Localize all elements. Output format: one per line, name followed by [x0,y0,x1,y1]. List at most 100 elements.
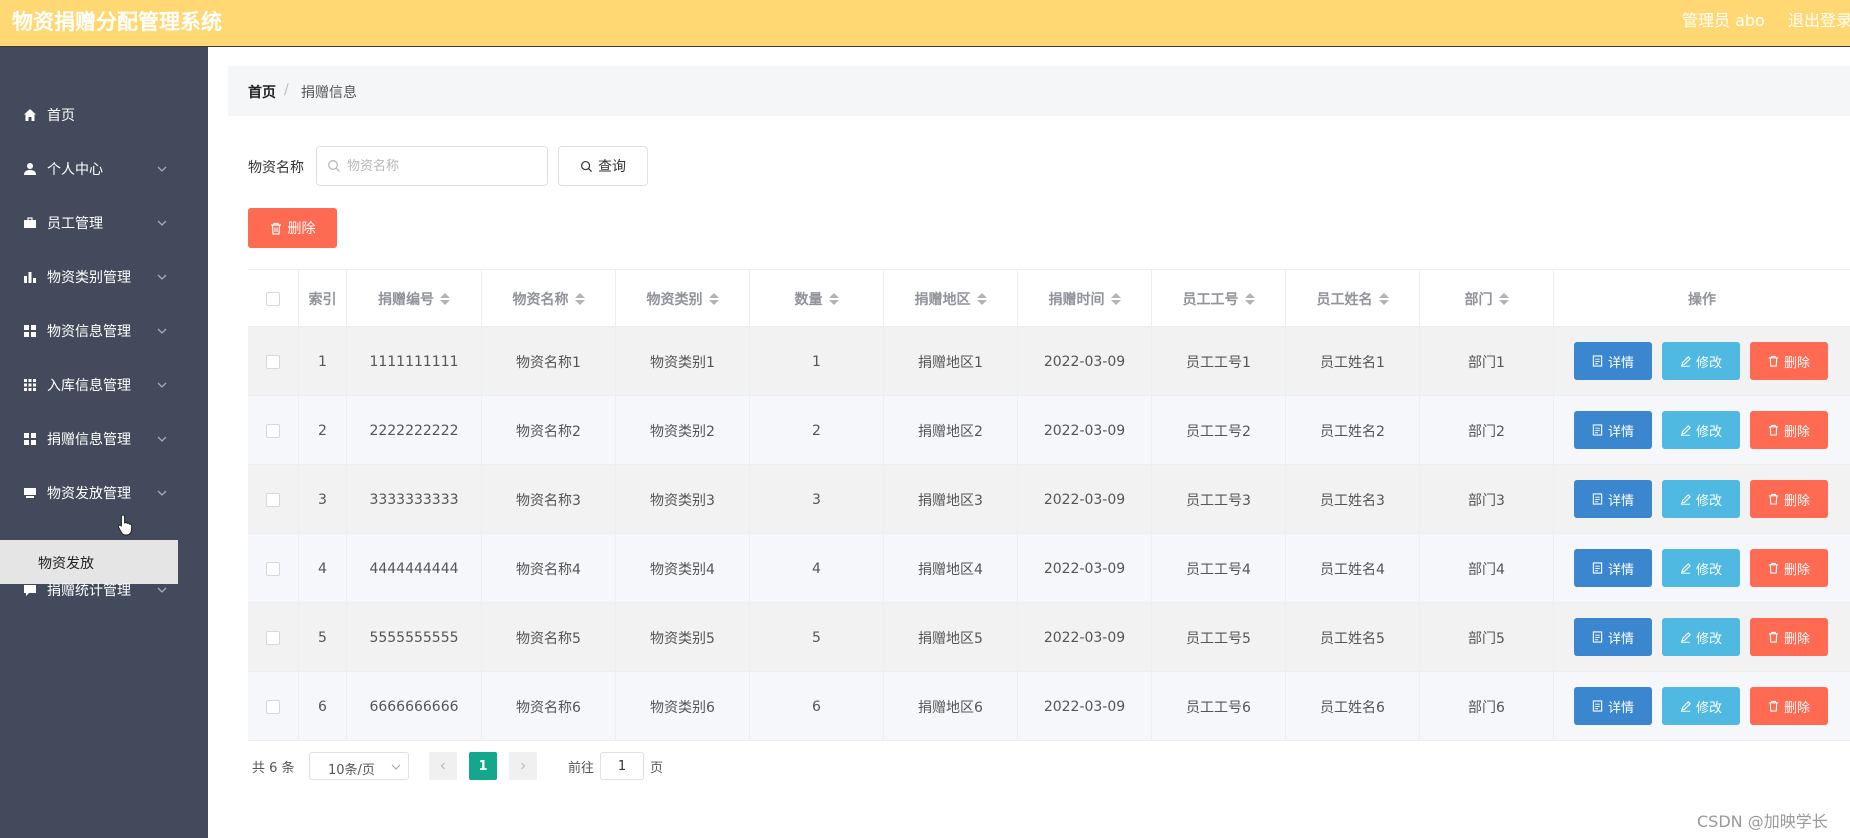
edit-button[interactable]: 修改 [1662,549,1740,587]
cell-select[interactable] [248,465,299,534]
cell-select[interactable] [248,603,299,672]
header-employee-no[interactable]: 员工工号 [1152,270,1286,327]
chevron-down-icon [391,764,401,770]
document-icon [1592,562,1603,574]
goto-page-input[interactable] [600,752,644,780]
header-region[interactable]: 捐赠地区 [884,270,1018,327]
cell-donation-no: 4444444444 [347,534,482,603]
edit-icon [1680,632,1691,643]
sort-icon[interactable] [440,292,450,305]
edit-icon [1680,563,1691,574]
header-select-all[interactable] [248,270,299,327]
edit-button[interactable]: 修改 [1662,618,1740,656]
sort-icon[interactable] [1244,292,1255,305]
sort-icon[interactable] [1378,292,1389,305]
sidebar-item-donation-management[interactable]: 捐赠信息管理 [0,412,208,466]
row-checkbox[interactable] [266,423,280,438]
logout-link[interactable]: 退出登录 [1788,7,1850,31]
header-department[interactable]: 部门 [1420,270,1554,327]
edit-button[interactable]: 修改 [1662,411,1740,449]
cell-employee-name: 员工姓名1 [1286,327,1420,396]
sort-icon[interactable] [574,292,585,305]
detail-button[interactable]: 详情 [1574,480,1652,518]
sidebar-item-home[interactable]: 首页 [0,88,208,142]
row-checkbox[interactable] [266,630,280,645]
next-page-button[interactable] [509,752,537,780]
sidebar-item-category-management[interactable]: 物资类别管理 [0,250,208,304]
chevron-down-icon [157,274,167,280]
sort-icon[interactable] [1110,292,1121,305]
detail-button[interactable]: 详情 [1574,549,1652,587]
cell-actions: 详情 修改 删除 [1554,534,1850,603]
sort-icon[interactable] [976,292,987,305]
page-number-current[interactable]: 1 [469,752,497,780]
edit-button[interactable]: 修改 [1662,342,1740,380]
table-row: 6 6666666666 物资名称6 物资类别6 6 捐赠地区6 2022-03-09 员工工… [248,672,1850,741]
sort-icon[interactable] [828,292,839,305]
cell-quantity: 1 [750,327,884,396]
cell-select[interactable] [248,672,299,741]
delete-button[interactable]: 删除 [1750,480,1828,518]
edit-button[interactable]: 修改 [1662,687,1740,725]
detail-button[interactable]: 详情 [1574,411,1652,449]
search-input[interactable] [347,155,537,177]
prev-page-button[interactable] [429,752,457,780]
breadcrumb-home[interactable]: 首页 [248,82,276,102]
header-time[interactable]: 捐赠时间 [1018,270,1152,327]
delete-button[interactable]: 删除 [1750,411,1828,449]
page-size-select[interactable]: 10条/页 [309,752,409,780]
row-checkbox[interactable] [266,354,280,369]
sidebar-item-inbound-management[interactable]: 入库信息管理 [0,358,208,412]
header-employee-name[interactable]: 员工姓名 [1286,270,1420,327]
sidebar-item-employee-management[interactable]: 员工管理 [0,196,208,250]
cell-region: 捐赠地区1 [884,327,1018,396]
table-row: 3 3333333333 物资名称3 物资类别3 3 捐赠地区3 2022-03-09 员工工… [248,465,1850,534]
sort-icon[interactable] [1498,292,1509,305]
header-donation-no[interactable]: 捐赠编号 [347,270,482,327]
cell-goods-name: 物资名称6 [482,672,616,741]
cell-time: 2022-03-09 [1018,603,1152,672]
header-goods-name[interactable]: 物资名称 [482,270,616,327]
sidebar-item-personal-center[interactable]: 个人中心 [0,142,208,196]
select-all-checkbox[interactable] [266,291,280,306]
detail-button[interactable]: 详情 [1574,687,1652,725]
chevron-down-icon [157,220,167,226]
cell-actions: 详情 修改 删除 [1554,603,1850,672]
cell-goods-category: 物资类别2 [616,396,750,465]
admin-user-label[interactable]: 管理员 abo [1682,7,1765,31]
row-checkbox[interactable] [266,561,280,576]
cell-time: 2022-03-09 [1018,672,1152,741]
delete-button[interactable]: 删除 [1750,549,1828,587]
header-actions: 操作 [1688,291,1716,308]
cell-select[interactable] [248,396,299,465]
delete-button[interactable]: 删除 [1750,687,1828,725]
cell-quantity: 6 [750,672,884,741]
edit-button[interactable]: 修改 [1662,480,1740,518]
cell-select[interactable] [248,327,299,396]
sidebar-item-goods-info-management[interactable]: 物资信息管理 [0,304,208,358]
query-button[interactable]: 查询 [558,146,648,186]
cell-goods-name: 物资名称3 [482,465,616,534]
row-checkbox[interactable] [266,699,280,714]
cell-donation-no: 6666666666 [347,672,482,741]
detail-button[interactable]: 详情 [1574,342,1652,380]
row-checkbox[interactable] [266,492,280,507]
delete-button[interactable]: 删除 [1750,342,1828,380]
cell-employee-name: 员工姓名3 [1286,465,1420,534]
chevron-down-icon [157,166,167,172]
header-goods-category[interactable]: 物资类别 [616,270,750,327]
sidebar-item-statistics-management[interactable]: 捐赠统计管理 [0,563,208,617]
delete-button[interactable]: 删除 [1750,618,1828,656]
cell-select[interactable] [248,534,299,603]
cell-quantity: 4 [750,534,884,603]
cell-goods-category: 物资类别6 [616,672,750,741]
header-quantity[interactable]: 数量 [750,270,884,327]
trash-icon [1768,355,1779,367]
bulk-delete-button[interactable]: 删除 [248,208,337,248]
cell-employee-no: 员工工号2 [1152,396,1286,465]
sidebar-item-distribution-management[interactable]: 物资发放管理 [0,466,208,520]
sort-icon[interactable] [708,292,719,305]
breadcrumb-separator: / [284,82,289,98]
search-field[interactable] [316,146,548,186]
detail-button[interactable]: 详情 [1574,618,1652,656]
